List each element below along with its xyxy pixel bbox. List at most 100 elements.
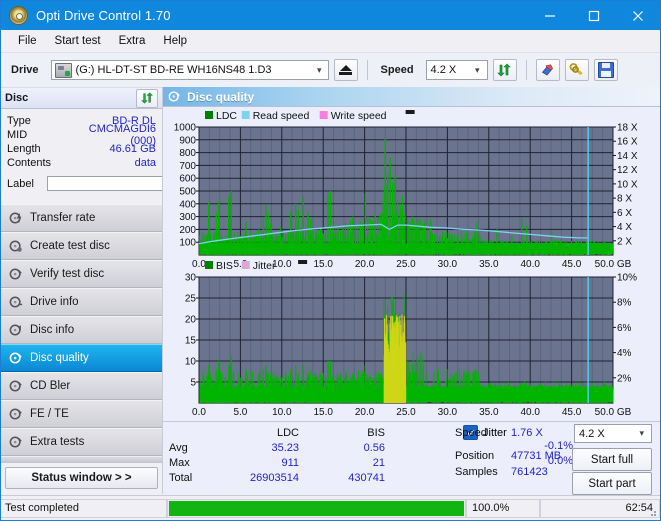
svg-text:12 X: 12 X: [617, 165, 638, 176]
menu-help[interactable]: Help: [154, 33, 196, 49]
stats-row-total: Total 26903514 430741: [169, 470, 455, 485]
stats-right: Speed 1.76 X Position 47731 MB Samples 7…: [455, 422, 660, 494]
drive-select[interactable]: (G:) HL-DT-ST BD-RE WH16NS48 1.D3 ▾: [51, 60, 329, 80]
stats-row-avg: Avg 35.23 0.56: [169, 440, 455, 455]
sidebar-item-label: Drive info: [30, 296, 79, 308]
stats-speed-value: 1.76 X: [511, 427, 543, 439]
stats-left: LDC BIS Avg 35.23 0.56 Max 911 21 Total …: [163, 422, 455, 494]
svg-text:45.0: 45.0: [562, 407, 582, 418]
sidebar-item-disc-info[interactable]: Disc info: [1, 316, 162, 344]
svg-text:50.0 GB: 50.0 GB: [595, 259, 632, 270]
minimize-icon[interactable]: [528, 1, 572, 30]
svg-text:100: 100: [179, 238, 196, 249]
svg-text:40.0: 40.0: [520, 407, 540, 418]
svg-text:500: 500: [179, 187, 196, 198]
stats-row-label: Total: [169, 472, 213, 484]
menu-bar: File Start test Extra Help: [1, 30, 660, 53]
svg-text:35.0: 35.0: [479, 259, 499, 270]
start-full-button[interactable]: Start full: [572, 448, 652, 471]
disc-contents-label: Contents: [7, 157, 69, 169]
start-part-button[interactable]: Start part: [572, 472, 652, 495]
toolbar: Drive (G:) HL-DT-ST BD-RE WH16NS48 1.D3 …: [1, 53, 660, 88]
test-speed-select[interactable]: 4.2 X ▾: [574, 424, 652, 443]
disc-panel-header: Disc: [1, 87, 162, 109]
disc-contents-value: data: [135, 157, 156, 169]
content-title: Disc quality: [187, 90, 254, 104]
window-controls: [528, 1, 660, 30]
svg-text:0.0: 0.0: [192, 259, 206, 270]
svg-text:20: 20: [185, 315, 197, 326]
sidebar-item-label: Transfer rate: [30, 212, 95, 224]
stats-max-bis: 21: [299, 457, 385, 469]
svg-text:16 X: 16 X: [617, 137, 638, 148]
progress-bar: [167, 499, 466, 518]
svg-text:Write speed: Write speed: [331, 110, 387, 122]
stats-max-ldc: 911: [213, 457, 299, 469]
close-icon[interactable]: [616, 1, 660, 30]
stats-row-max: Max 911 21: [169, 455, 455, 470]
stats-total-bis: 430741: [299, 472, 385, 484]
sidebar-item-drive-info[interactable]: Drive info: [1, 288, 162, 316]
refresh-disc-button[interactable]: [136, 89, 158, 108]
svg-text:25.0: 25.0: [396, 259, 416, 270]
disc-length-value: 46.61 GB: [110, 143, 156, 155]
disc-icon: [9, 295, 23, 309]
sidebar-item-transfer-rate[interactable]: Transfer rate: [1, 204, 162, 232]
svg-text:900: 900: [179, 135, 196, 146]
svg-text:2 X: 2 X: [617, 236, 632, 247]
refresh-button[interactable]: [493, 59, 517, 81]
sidebar-item-disc-quality[interactable]: Disc quality: [1, 344, 162, 372]
svg-text:50.0 GB: 50.0 GB: [595, 407, 632, 418]
svg-text:30: 30: [185, 273, 197, 284]
chevron-down-icon: ▾: [317, 65, 322, 76]
disc-quality-charts[interactable]: LDC Read speed Write speed 100 200 300 400500 6…: [163, 107, 660, 444]
maximize-icon[interactable]: [572, 1, 616, 30]
sidebar-item-create-test-disc[interactable]: Create test disc: [1, 232, 162, 260]
sidebar-item-label: Extra tests: [30, 436, 84, 448]
save-button[interactable]: [594, 59, 618, 81]
erase-button[interactable]: [536, 59, 560, 81]
window-title: Opti Drive Control 1.70: [36, 8, 171, 23]
menu-file[interactable]: File: [9, 33, 46, 49]
menu-extra[interactable]: Extra: [110, 33, 155, 49]
speed-select[interactable]: 4.2 X ▾: [426, 60, 488, 80]
title-bar: Opti Drive Control 1.70: [1, 1, 660, 30]
disc-label-row: Label: [7, 173, 156, 194]
sidebar-item-verify-test-disc[interactable]: Verify test disc: [1, 260, 162, 288]
disc-icon: [9, 407, 23, 421]
keys-button[interactable]: [565, 59, 589, 81]
svg-text:35.0: 35.0: [479, 407, 499, 418]
svg-text:14 X: 14 X: [617, 151, 638, 162]
sidebar-item-cd-bler[interactable]: CD Bler: [1, 372, 162, 400]
drive-label: Drive: [11, 64, 39, 76]
svg-text:200: 200: [179, 225, 196, 236]
sidebar-item-extra-tests[interactable]: Extra tests: [1, 428, 162, 456]
sidebar-item-label: Create test disc: [30, 240, 110, 252]
svg-text:25.0: 25.0: [396, 407, 416, 418]
svg-text:BIS: BIS: [216, 260, 233, 272]
disc-mid-label: MID: [7, 129, 69, 141]
disc-icon: [9, 211, 23, 225]
svg-text:8%: 8%: [617, 298, 632, 309]
sidebar-item-fe-te[interactable]: FE / TE: [1, 400, 162, 428]
eject-button[interactable]: [334, 59, 358, 81]
svg-text:5.0: 5.0: [233, 407, 247, 418]
test-speed-value: 4.2 X: [579, 428, 605, 440]
stats-col-bis: BIS: [299, 427, 385, 439]
svg-text:10: 10: [185, 357, 197, 368]
menu-start-test[interactable]: Start test: [46, 33, 110, 49]
disc-icon: [9, 239, 23, 253]
ldc-chart: LDC Read speed Write speed1002003004005006…: [174, 110, 638, 270]
resize-grip-icon[interactable]: [646, 506, 658, 518]
svg-text:45.0: 45.0: [562, 259, 582, 270]
disc-row-contents: Contents data: [7, 156, 156, 170]
elapsed-time: 62:54: [540, 499, 660, 518]
drive-icon: [55, 63, 72, 78]
disc-quality-icon: [168, 90, 181, 103]
sidebar-item-label: Verify test disc: [30, 268, 104, 280]
svg-text:20.0: 20.0: [355, 259, 375, 270]
progress-percent: 100.0%: [466, 499, 540, 518]
status-window-button[interactable]: Status window > >: [5, 467, 158, 489]
svg-text:30.0: 30.0: [438, 407, 458, 418]
svg-text:600: 600: [179, 174, 196, 185]
